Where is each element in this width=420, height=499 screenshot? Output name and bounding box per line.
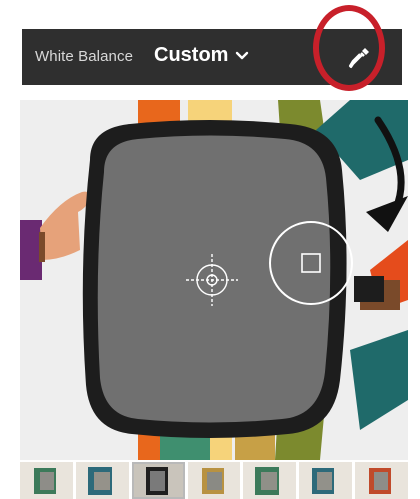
bracelet <box>39 232 45 262</box>
card-clip <box>354 276 384 302</box>
eyedropper-icon[interactable] <box>344 43 374 73</box>
gray-card <box>97 135 331 423</box>
photo-preview[interactable] <box>20 100 408 460</box>
filmstrip <box>20 462 409 499</box>
filmstrip-thumbnail[interactable] <box>187 462 241 499</box>
chevron-down-icon[interactable] <box>235 49 249 63</box>
filmstrip-thumbnail[interactable] <box>75 462 129 499</box>
filmstrip-thumbnail[interactable] <box>243 462 297 499</box>
white-balance-label: White Balance <box>35 48 134 65</box>
filmstrip-thumbnail[interactable] <box>299 462 353 499</box>
filmstrip-thumbnail[interactable] <box>20 462 73 499</box>
white-balance-toolbar: White Balance Custom <box>22 29 402 85</box>
photo-scene <box>20 100 408 460</box>
filmstrip-thumbnail[interactable] <box>355 462 409 499</box>
sleeve <box>20 220 42 280</box>
white-balance-preset-value[interactable]: Custom <box>154 44 228 67</box>
filmstrip-thumbnail-selected[interactable] <box>131 462 185 499</box>
